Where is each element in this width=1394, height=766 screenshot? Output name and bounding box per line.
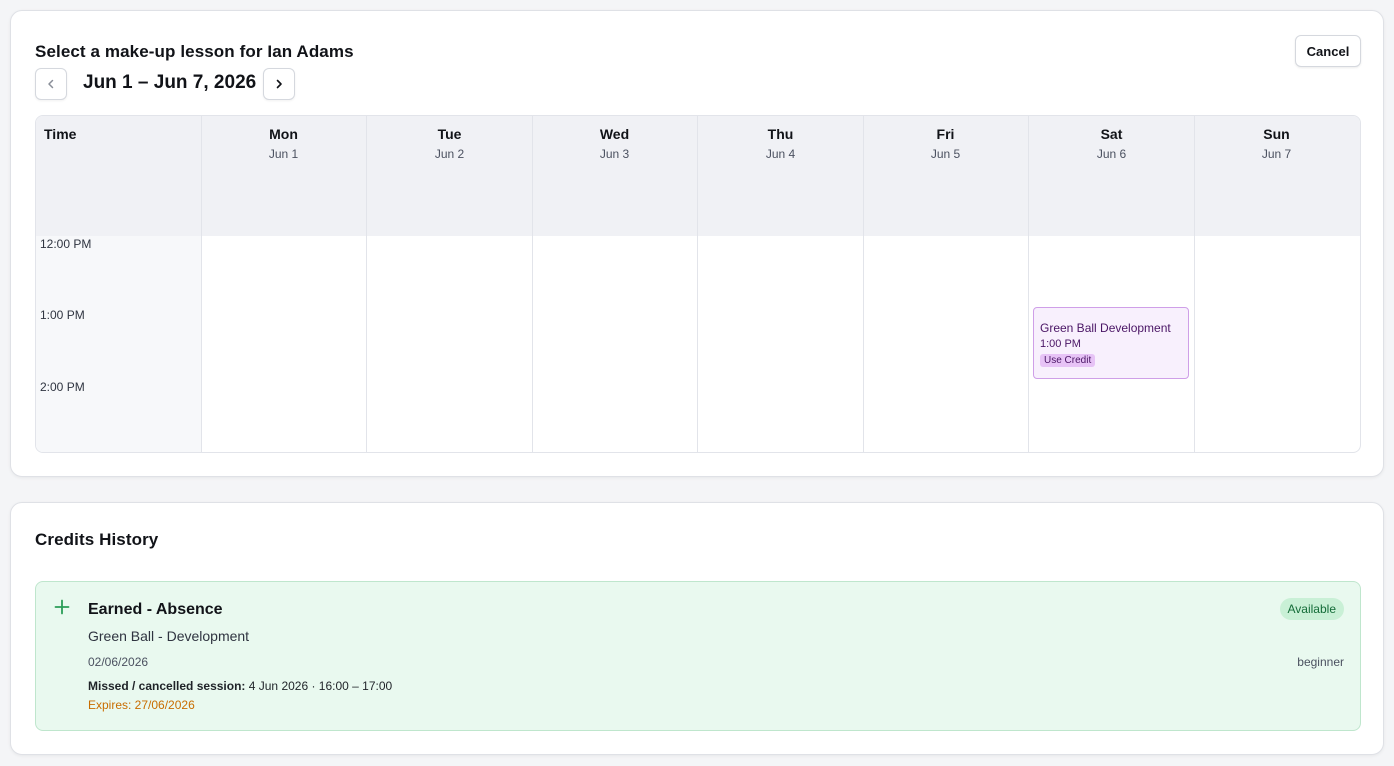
credit-expiry: Expires: 27/06/2026 xyxy=(88,698,195,712)
plus-icon xyxy=(54,599,70,615)
makeup-lesson-card: Select a make-up lesson for Ian Adams Ca… xyxy=(10,10,1384,477)
credit-title: Earned - Absence xyxy=(88,601,223,618)
time-slot-label: 12:00 PM xyxy=(40,237,92,251)
page-title: Select a make-up lesson for Ian Adams xyxy=(35,42,354,61)
day-date: Jun 1 xyxy=(268,147,299,161)
cancel-button[interactable]: Cancel xyxy=(1295,35,1361,67)
time-slot-label: 1:00 PM xyxy=(40,308,85,322)
missed-session-value: 4 Jun 2026 · 16:00 – 17:00 xyxy=(248,679,393,693)
day-date: Jun 7 xyxy=(1261,147,1292,161)
day-header-sat: Sat Jun 6 xyxy=(1029,126,1194,161)
column-divider xyxy=(366,116,367,452)
day-header-fri: Fri Jun 5 xyxy=(863,126,1028,161)
day-header-sun: Sun Jun 7 xyxy=(1194,126,1359,161)
credits-history-card: Credits History Earned - Absence Green B… xyxy=(10,502,1384,755)
day-name: Sat xyxy=(1100,126,1123,142)
previous-week-button[interactable] xyxy=(35,68,67,100)
event-time: 1:00 PM xyxy=(1040,338,1081,350)
day-name: Wed xyxy=(599,126,630,142)
credit-subtitle: Green Ball - Development xyxy=(88,628,250,644)
day-name: Tue xyxy=(437,126,462,142)
lesson-event[interactable]: Green Ball Development 1:00 PM Use Credi… xyxy=(1033,307,1189,379)
day-name: Mon xyxy=(269,126,298,142)
credit-date: 02/06/2026 xyxy=(88,655,149,669)
column-divider xyxy=(863,116,864,452)
missed-session-label: Missed / cancelled session: xyxy=(88,679,246,693)
credit-level: beginner xyxy=(1297,655,1344,669)
day-name: Sun xyxy=(1263,126,1290,142)
column-divider xyxy=(697,116,698,452)
day-header-tue: Tue Jun 2 xyxy=(367,126,532,161)
chevron-left-icon xyxy=(48,79,54,89)
column-divider xyxy=(532,116,533,452)
day-date: Jun 5 xyxy=(930,147,961,161)
chevron-right-icon xyxy=(276,79,282,89)
day-name: Thu xyxy=(767,126,794,142)
section-title: Credits History xyxy=(35,530,159,549)
time-slot-label: 2:00 PM xyxy=(40,380,85,394)
day-date: Jun 4 xyxy=(765,147,796,161)
week-range-label: Jun 1 – Jun 7, 2026 xyxy=(83,72,257,93)
time-column-header: Time xyxy=(44,126,77,142)
next-week-button[interactable] xyxy=(263,68,295,100)
column-divider xyxy=(1028,116,1029,452)
credit-history-item: Earned - Absence Green Ball - Developmen… xyxy=(35,581,1361,731)
column-divider xyxy=(201,116,202,452)
day-date: Jun 6 xyxy=(1096,147,1127,161)
day-date: Jun 2 xyxy=(434,147,465,161)
day-header-thu: Thu Jun 4 xyxy=(698,126,863,161)
day-header-mon: Mon Jun 1 xyxy=(201,126,366,161)
event-title: Green Ball Development xyxy=(1040,321,1171,335)
day-header-wed: Wed Jun 3 xyxy=(532,126,697,161)
day-date: Jun 3 xyxy=(599,147,630,161)
missed-session-line: Missed / cancelled session: 4 Jun 2026 ·… xyxy=(88,679,392,693)
column-divider xyxy=(1194,116,1195,452)
time-column xyxy=(36,236,201,452)
use-credit-badge[interactable]: Use Credit xyxy=(1040,354,1096,367)
week-calendar-grid: Time Mon Jun 1 Tue Jun 2 Wed Jun 3 Thu J… xyxy=(35,115,1361,453)
status-badge: Available xyxy=(1279,598,1344,620)
day-name: Fri xyxy=(936,126,955,142)
